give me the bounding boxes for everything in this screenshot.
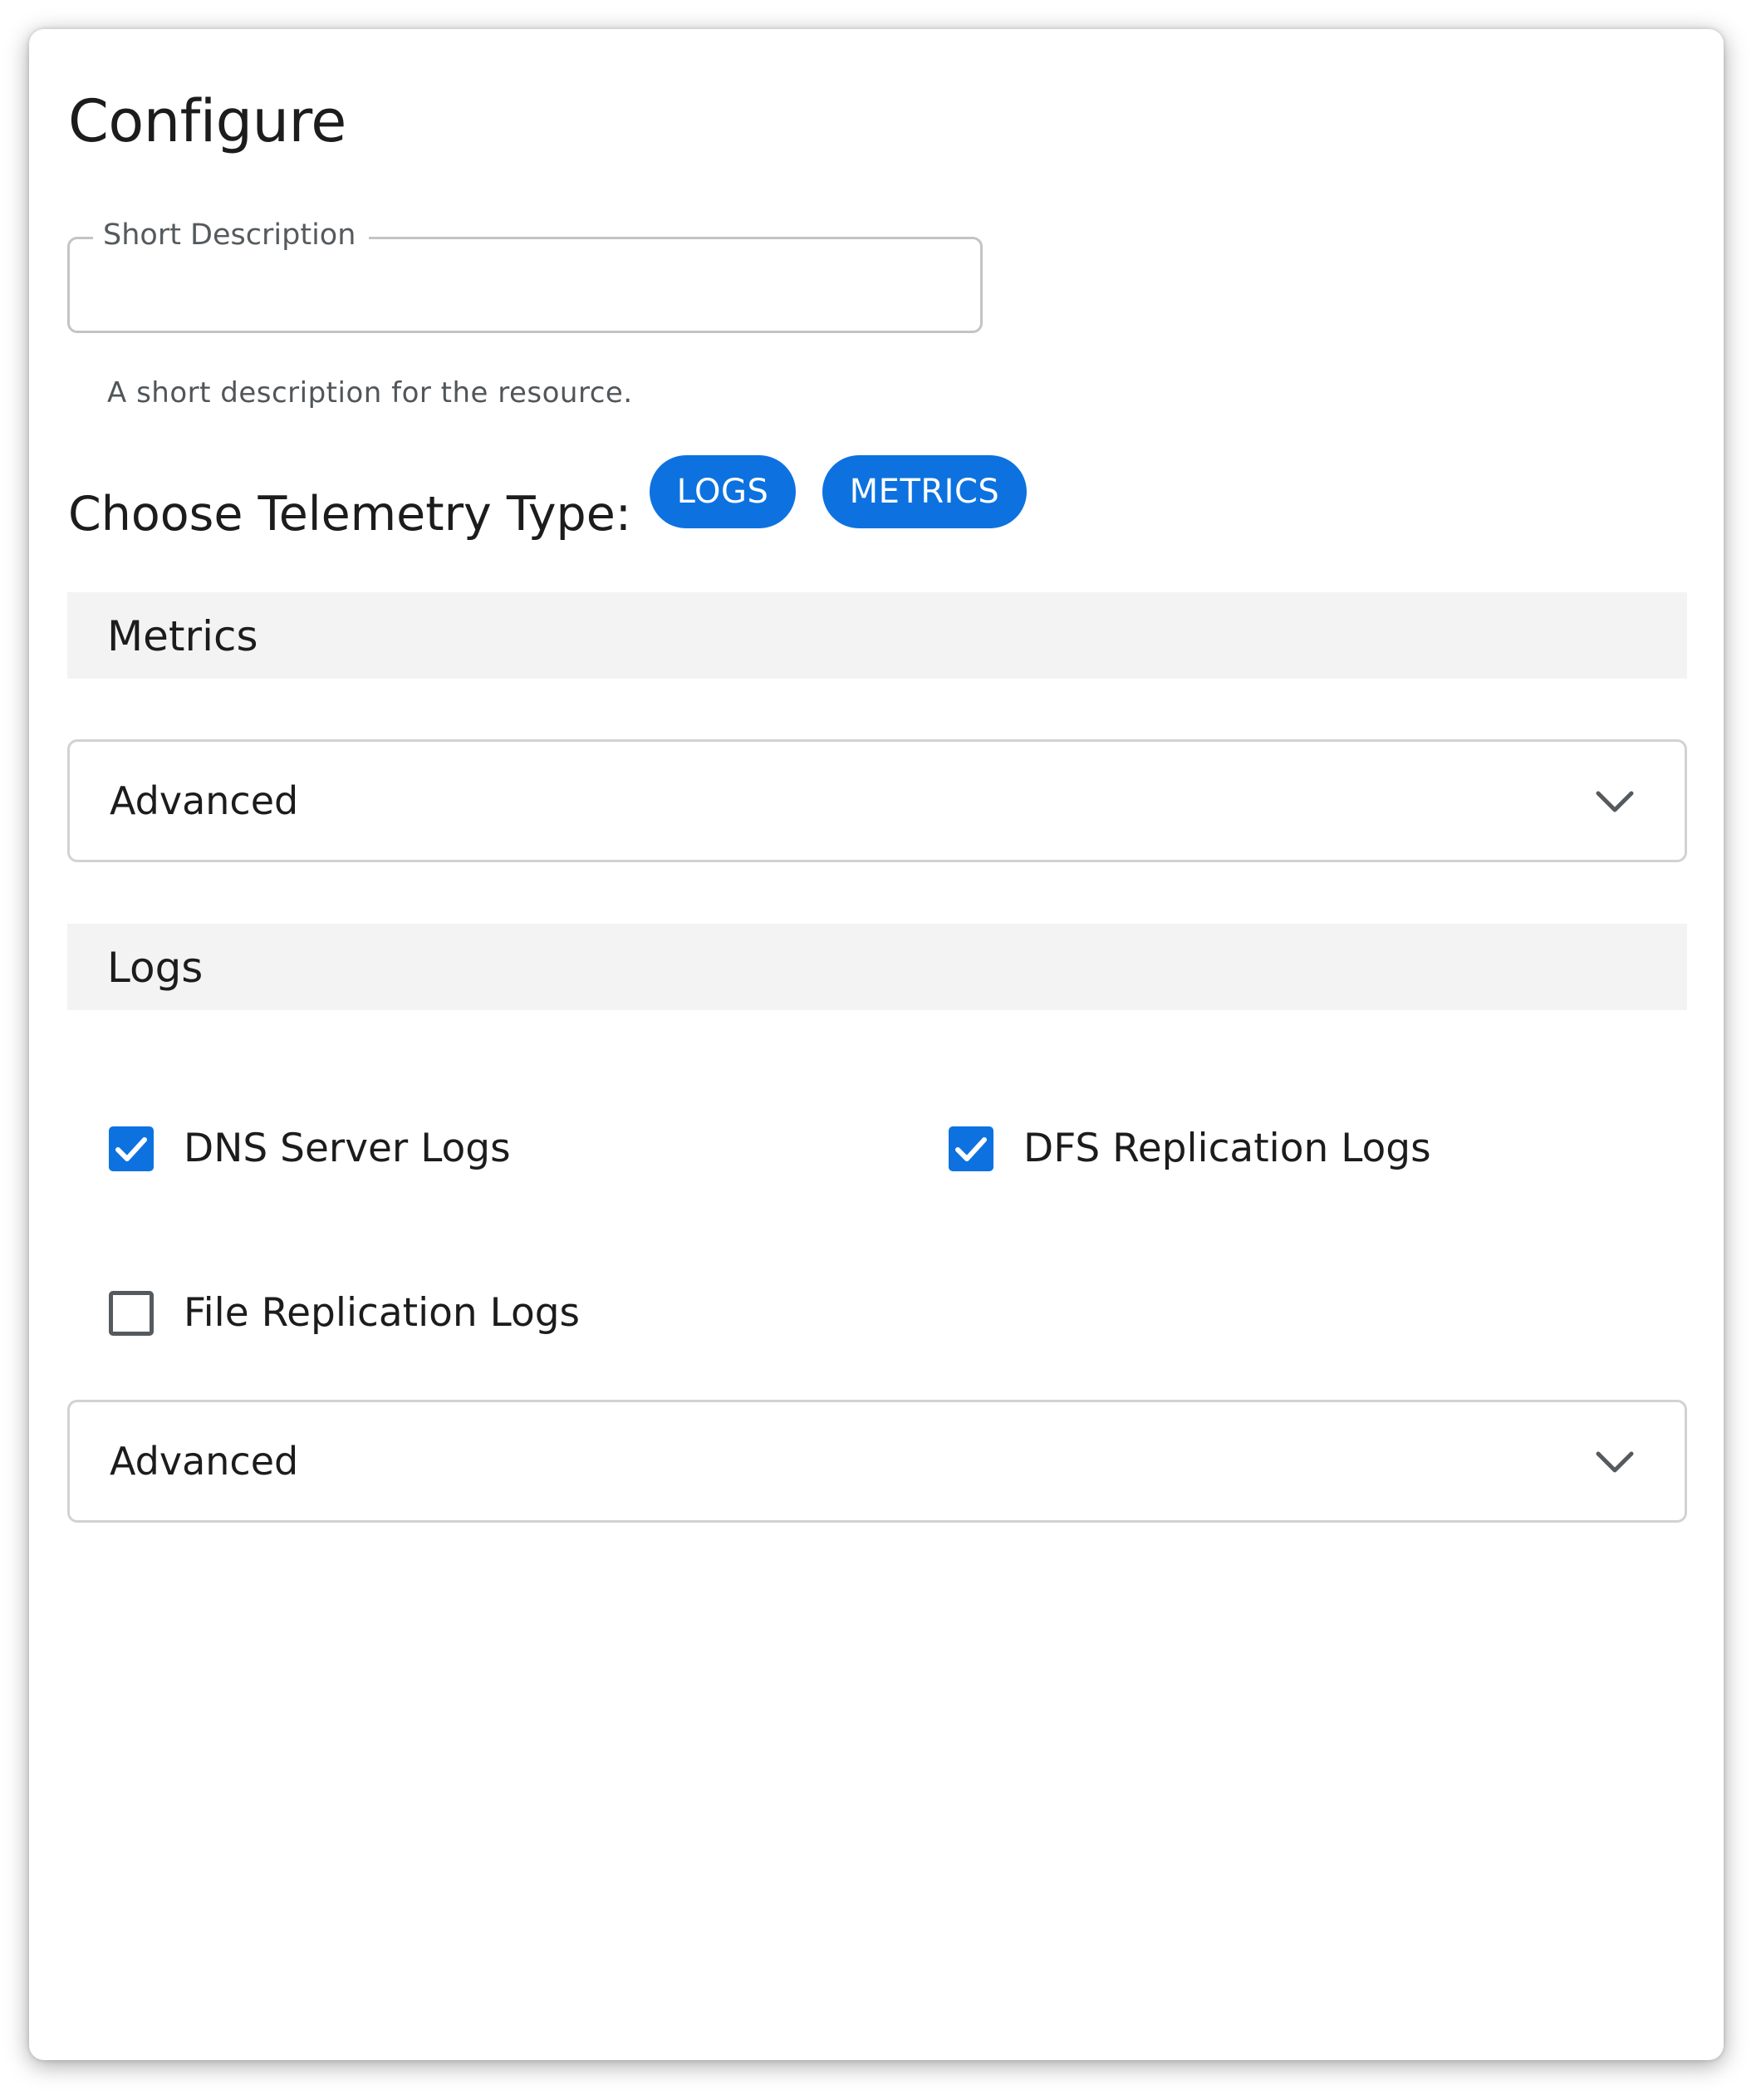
- telemetry-chip-metrics[interactable]: METRICS: [822, 455, 1027, 528]
- checkmark-icon: [115, 1136, 147, 1161]
- dns-server-logs-checkbox[interactable]: [109, 1126, 154, 1171]
- metrics-advanced-label: Advanced: [110, 778, 299, 823]
- short-description-field[interactable]: Short Description: [67, 218, 983, 333]
- chevron-down-icon: [1596, 791, 1634, 812]
- file-replication-logs-label: File Replication Logs: [184, 1290, 581, 1336]
- dfs-replication-logs-option[interactable]: DFS Replication Logs: [949, 1126, 1431, 1171]
- dfs-replication-logs-checkbox[interactable]: [949, 1126, 993, 1171]
- file-replication-logs-checkbox[interactable]: [109, 1290, 154, 1336]
- logs-section-header: Logs: [67, 924, 1687, 1010]
- short-description-input[interactable]: [86, 256, 962, 316]
- logs-advanced-accordion[interactable]: Advanced: [67, 1400, 1687, 1523]
- logs-advanced-label: Advanced: [110, 1439, 299, 1484]
- metrics-section-header: Metrics: [67, 592, 1687, 679]
- file-replication-logs-option[interactable]: File Replication Logs: [109, 1290, 580, 1336]
- dns-server-logs-option[interactable]: DNS Server Logs: [109, 1126, 511, 1171]
- checkmark-icon: [955, 1136, 987, 1161]
- dns-server-logs-label: DNS Server Logs: [184, 1126, 511, 1171]
- telemetry-chip-logs[interactable]: LOGS: [650, 455, 796, 528]
- telemetry-type-label: Choose Telemetry Type:: [68, 487, 632, 542]
- metrics-section-title: Metrics: [107, 612, 258, 660]
- short-description-helper: A short description for the resource.: [107, 376, 633, 410]
- configure-panel: Configure Short Description A short desc…: [29, 29, 1724, 2060]
- dfs-replication-logs-label: DFS Replication Logs: [1023, 1126, 1431, 1171]
- chevron-down-icon: [1596, 1451, 1634, 1473]
- logs-section-title: Logs: [107, 944, 204, 992]
- metrics-advanced-accordion[interactable]: Advanced: [67, 739, 1687, 862]
- short-description-label: Short Description: [93, 218, 370, 253]
- page-title: Configure: [68, 87, 346, 155]
